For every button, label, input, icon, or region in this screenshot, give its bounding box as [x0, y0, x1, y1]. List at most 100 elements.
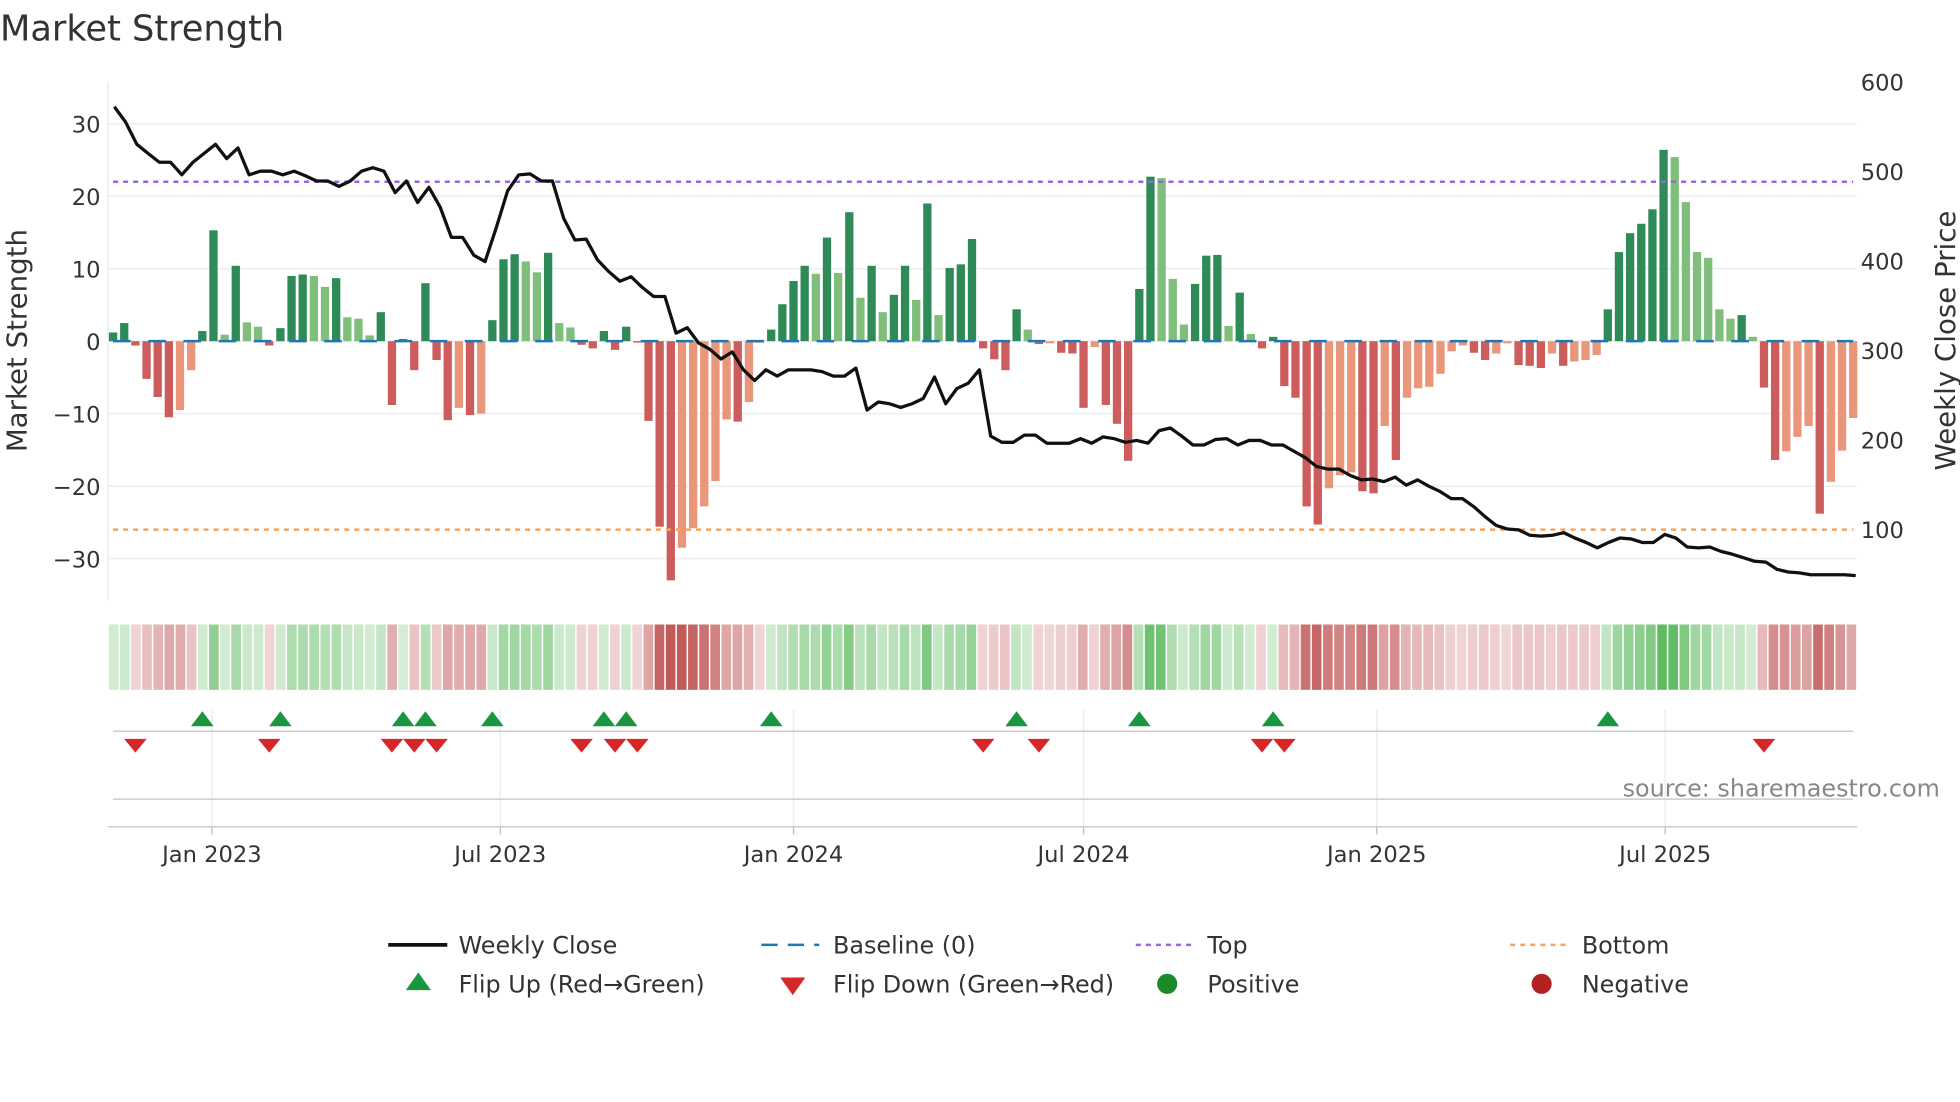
heatmap-cell	[1211, 624, 1222, 690]
strength-bar	[488, 320, 497, 342]
strength-bar	[1213, 254, 1222, 342]
heatmap-cell	[632, 624, 642, 690]
x-tick-label: Jan 2024	[742, 842, 844, 868]
heatmap-cell	[1712, 624, 1723, 690]
strength-bar	[811, 273, 820, 342]
strength-bar	[477, 341, 486, 414]
heatmap-cell	[1612, 624, 1623, 690]
strength-bar	[1849, 341, 1858, 418]
strength-bar	[900, 265, 910, 342]
strength-bar	[555, 323, 564, 342]
heatmap-cell	[1813, 624, 1823, 690]
heatmap-cell	[532, 624, 542, 690]
heatmap-cell	[1033, 624, 1044, 690]
source-credit: source: sharemaestro.com	[1623, 775, 1940, 803]
x-tick-label: Jul 2025	[1617, 842, 1711, 868]
strength-bar	[443, 341, 452, 421]
flip-up-marker	[391, 711, 415, 727]
heatmap-cell	[1155, 624, 1166, 690]
strength-bar	[1748, 336, 1757, 342]
strength-bar	[287, 275, 296, 342]
strength-bar	[1592, 341, 1601, 355]
heatmap-cell	[1300, 624, 1311, 690]
strength-bar	[934, 315, 943, 342]
x-tick-label: Jul 2023	[452, 842, 546, 868]
heatmap-cell	[1779, 624, 1790, 690]
strength-bar	[1369, 341, 1378, 494]
strength-bar	[588, 341, 597, 349]
strength-bar	[1737, 315, 1746, 342]
heatmap-cell	[1200, 624, 1211, 690]
heatmap-cell	[442, 624, 453, 690]
heatmap-cell	[1423, 624, 1433, 690]
flip-down-marker	[626, 738, 649, 753]
heatmap-cell	[977, 624, 988, 690]
heatmap-cell	[665, 624, 676, 690]
strength-bar	[789, 281, 798, 342]
strength-bar	[1079, 341, 1088, 408]
heatmap-cell	[520, 624, 531, 690]
strength-bar	[1190, 283, 1200, 342]
strength-bar	[1447, 341, 1456, 352]
strength-bar	[677, 341, 687, 548]
left-tick-label: 10	[72, 258, 101, 284]
heatmap-cell	[1802, 624, 1812, 690]
heatmap-cell	[1367, 624, 1378, 690]
strength-bar	[1112, 341, 1122, 424]
strength-bar	[309, 275, 319, 342]
strength-bar	[142, 341, 151, 379]
strength-bar	[410, 341, 419, 371]
flip-down-marker	[1027, 738, 1051, 753]
flip-up-marker	[614, 711, 638, 727]
heatmap-cell	[576, 624, 587, 690]
flip-down-marker	[603, 738, 627, 753]
strength-bar	[1681, 202, 1691, 342]
heatmap-cell	[1746, 624, 1756, 690]
heatmap-cell	[1077, 624, 1088, 690]
heatmap-cell	[331, 624, 342, 690]
strength-bar	[153, 341, 162, 397]
strength-bar	[1436, 341, 1445, 374]
strength-bar	[108, 332, 118, 342]
strength-bar	[912, 299, 921, 342]
strength-bar	[332, 278, 341, 342]
heatmap-cell	[955, 624, 966, 690]
left-tick-label: 30	[72, 113, 101, 139]
strength-bar	[1670, 157, 1679, 342]
heatmap-cell	[509, 624, 520, 690]
strength-bar	[1581, 341, 1590, 361]
strength-bar	[231, 265, 240, 342]
heatmap-cell	[1590, 624, 1601, 690]
strength-bar	[1291, 341, 1300, 398]
heatmap-cell	[710, 624, 720, 690]
heatmap-cell	[1323, 624, 1333, 690]
heatmap-cell	[844, 624, 854, 690]
gridlines	[107, 81, 1857, 827]
flip-down-marker	[124, 738, 147, 753]
strength-bar	[767, 329, 776, 342]
legend-negative-icon	[1531, 973, 1552, 994]
strength-bar	[343, 317, 352, 342]
strength-bar	[1570, 341, 1579, 362]
heatmap-cell	[1568, 624, 1578, 690]
heatmap-cell	[1668, 624, 1678, 690]
strength-bar	[1335, 341, 1345, 476]
right-axis-label: Weekly Close Price	[1929, 211, 1960, 471]
heatmap-cell	[1011, 624, 1021, 690]
heatmap-cell	[1389, 624, 1400, 690]
flip-up-marker	[1261, 711, 1285, 727]
legend-negative: Negative	[1582, 971, 1689, 999]
heatmap-cell	[1311, 624, 1322, 690]
strength-bar	[778, 304, 787, 342]
heatmap-cell	[643, 624, 654, 690]
strength-bar	[1313, 341, 1322, 525]
flip-up-marker	[1005, 711, 1028, 727]
heatmap-cell	[242, 624, 253, 690]
strength-bar	[1045, 341, 1055, 344]
strength-bar	[1414, 341, 1423, 389]
heatmap-cell	[1178, 624, 1188, 690]
heatmap-cell	[1256, 624, 1266, 690]
strength-bar	[1135, 288, 1144, 342]
strength-bar	[967, 238, 977, 342]
strength-bar	[1614, 252, 1624, 342]
